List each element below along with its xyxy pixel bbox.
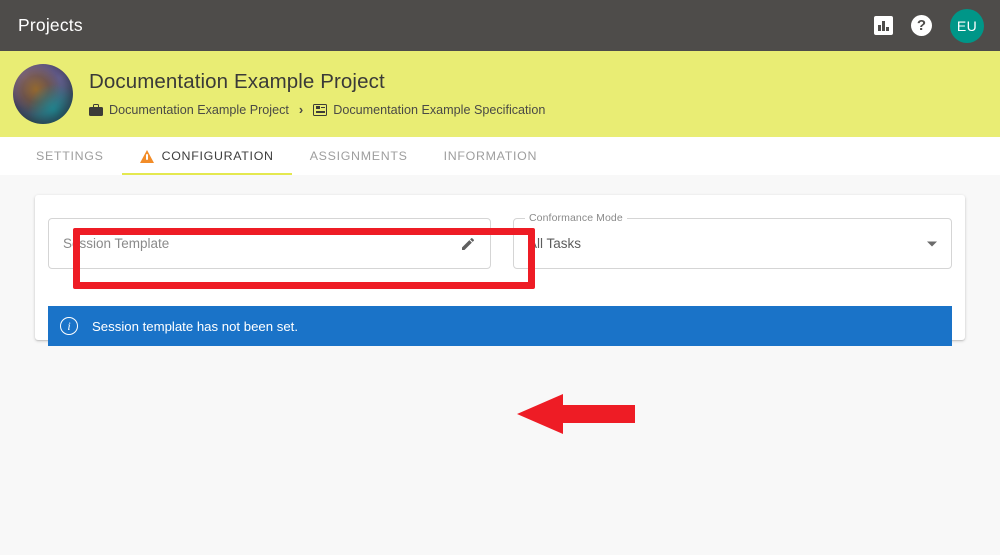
app-title: Projects — [18, 15, 83, 35]
project-banner-text: Documentation Example Project Documentat… — [89, 69, 545, 117]
page-title: Documentation Example Project — [89, 69, 385, 93]
tab-settings[interactable]: SETTINGS — [18, 137, 122, 175]
breadcrumb-item-project[interactable]: Documentation Example Project — [89, 103, 289, 117]
session-template-placeholder: Session Template — [63, 236, 170, 251]
annotation-arrow-icon — [517, 392, 635, 436]
breadcrumb-label-project: Documentation Example Project — [109, 102, 289, 117]
conformance-mode-label: Conformance Mode — [525, 212, 627, 224]
tab-assignments-label: ASSIGNMENTS — [309, 149, 408, 163]
pencil-icon[interactable] — [460, 236, 476, 252]
tab-information-label: INFORMATION — [443, 149, 538, 163]
project-banner: Documentation Example Project Documentat… — [0, 51, 1000, 137]
specification-icon — [313, 103, 328, 116]
conformance-mode-select[interactable]: Conformance Mode All Tasks — [513, 212, 952, 269]
breadcrumb-separator: › — [298, 102, 304, 118]
briefcase-icon — [89, 103, 103, 116]
tab-assignments[interactable]: ASSIGNMENTS — [292, 137, 426, 175]
bar-chart-icon[interactable] — [874, 16, 893, 35]
globe-avatar — [13, 64, 73, 124]
breadcrumb-item-specification[interactable]: Documentation Example Specification — [313, 103, 545, 117]
avatar[interactable]: EU — [950, 8, 984, 43]
info-banner: i Session template has not been set. — [48, 306, 952, 346]
tab-information[interactable]: INFORMATION — [426, 137, 556, 175]
conformance-mode-value: All Tasks — [528, 236, 582, 251]
configuration-form-row: Session Template Conformance Mode All Ta… — [48, 212, 952, 269]
tab-bar: SETTINGS CONFIGURATION ASSIGNMENTS INFOR… — [0, 137, 1000, 175]
content-area: Session Template Conformance Mode All Ta… — [0, 175, 1000, 555]
warning-triangle-icon — [139, 149, 154, 163]
breadcrumb: Documentation Example Project › Document… — [89, 102, 545, 117]
tab-settings-label: SETTINGS — [36, 149, 104, 163]
configuration-card: Session Template Conformance Mode All Ta… — [35, 195, 965, 346]
help-icon[interactable]: ? — [911, 15, 932, 36]
tab-configuration-label: CONFIGURATION — [161, 149, 274, 163]
info-banner-message: Session template has not been set. — [92, 318, 299, 334]
appbar-actions: ? EU — [874, 8, 984, 43]
session-template-field[interactable]: Session Template — [48, 218, 491, 269]
chevron-down-icon[interactable] — [927, 241, 937, 246]
tab-configuration[interactable]: CONFIGURATION — [121, 137, 292, 175]
app-bar: Projects ? EU — [0, 0, 1000, 51]
info-circle-icon: i — [60, 317, 78, 335]
breadcrumb-label-specification: Documentation Example Specification — [333, 102, 546, 117]
